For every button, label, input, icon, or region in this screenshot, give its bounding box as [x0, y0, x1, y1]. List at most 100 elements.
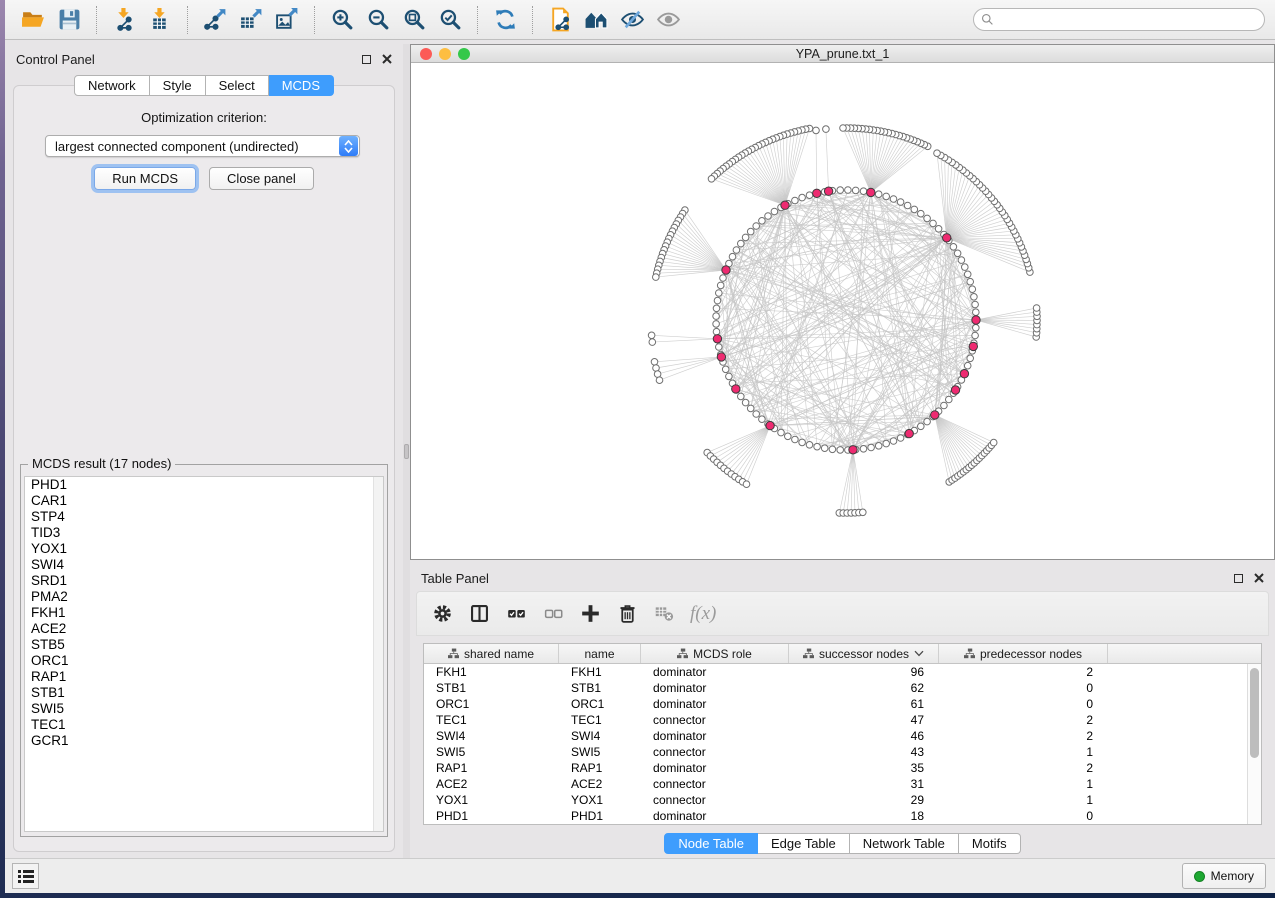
mcds-result-node[interactable]: SWI4: [25, 557, 383, 573]
mcds-result-node[interactable]: TID3: [25, 525, 383, 541]
table-scrollbar[interactable]: [1247, 664, 1261, 824]
mcds-result-node[interactable]: YOX1: [25, 541, 383, 557]
criterion-dropdown[interactable]: largest connected component (undirected): [45, 135, 360, 157]
table-row[interactable]: TEC1TEC1connector472: [424, 712, 1247, 728]
column-layout-button[interactable]: [464, 599, 494, 629]
tab-motifs[interactable]: Motifs: [959, 833, 1021, 854]
search-field[interactable]: [973, 8, 1265, 31]
close-panel-icon[interactable]: [382, 54, 392, 64]
mcds-result-node[interactable]: PHD1: [25, 477, 383, 493]
tab-mcds[interactable]: MCDS: [269, 75, 334, 96]
cell-successor-nodes: 18: [789, 808, 939, 824]
window-minimize-icon[interactable]: [439, 48, 451, 60]
run-mcds-button[interactable]: Run MCDS: [94, 167, 196, 190]
import-network-icon: [112, 7, 137, 32]
column-header-shared-name[interactable]: shared name: [424, 644, 559, 663]
open-file-button[interactable]: [15, 4, 51, 36]
memory-button[interactable]: Memory: [1182, 863, 1266, 889]
mcds-result-node[interactable]: STB5: [25, 637, 383, 653]
new-network-from-selection-icon: [548, 7, 573, 32]
table-row[interactable]: STB1STB1dominator620: [424, 680, 1247, 696]
toolbar-separator: [477, 6, 478, 34]
result-list-scrollbar[interactable]: [373, 477, 383, 831]
zoom-in-button[interactable]: [324, 4, 360, 36]
refresh-layout-button[interactable]: [487, 4, 523, 36]
export-table-button[interactable]: [233, 4, 269, 36]
export-image-button[interactable]: [269, 4, 305, 36]
hide-graphics-details-button[interactable]: [614, 4, 650, 36]
mcds-result-node[interactable]: SRD1: [25, 573, 383, 589]
tab-select[interactable]: Select: [206, 75, 269, 96]
import-network-button[interactable]: [106, 4, 142, 36]
mcds-result-node[interactable]: RAP1: [25, 669, 383, 685]
table-row[interactable]: PHD1PHD1dominator180: [424, 808, 1247, 824]
tab-style[interactable]: Style: [150, 75, 206, 96]
mcds-result-node[interactable]: CAR1: [25, 493, 383, 509]
close-panel-button[interactable]: Close panel: [209, 167, 314, 190]
table-row[interactable]: ORC1ORC1dominator610: [424, 696, 1247, 712]
mcds-result-node[interactable]: ACE2: [25, 621, 383, 637]
control-panel-tabs: NetworkStyleSelectMCDS: [5, 75, 403, 96]
save-button[interactable]: [51, 4, 87, 36]
column-header-MCDS-role[interactable]: MCDS role: [641, 644, 789, 663]
column-header-name[interactable]: name: [559, 644, 641, 663]
network-canvas[interactable]: [411, 63, 1274, 559]
mcds-result-node[interactable]: PMA2: [25, 589, 383, 605]
gear-button[interactable]: [427, 599, 457, 629]
float-panel-icon[interactable]: [362, 55, 371, 64]
cell-predecessor-nodes: 1: [939, 776, 1108, 792]
table-row[interactable]: SWI5SWI5connector431: [424, 744, 1247, 760]
zoom-selected-button[interactable]: [432, 4, 468, 36]
cell-predecessor-nodes: 0: [939, 696, 1108, 712]
delete-row-button[interactable]: [612, 599, 642, 629]
select-all-button[interactable]: [501, 599, 531, 629]
zoom-out-button[interactable]: [360, 4, 396, 36]
network-graph[interactable]: [411, 63, 1274, 559]
mcds-result-node[interactable]: STB1: [25, 685, 383, 701]
table-row[interactable]: RAP1RAP1dominator352: [424, 760, 1247, 776]
table-row[interactable]: YOX1YOX1connector291: [424, 792, 1247, 808]
task-history-button[interactable]: [12, 863, 39, 889]
tab-edge-table[interactable]: Edge Table: [758, 833, 850, 854]
window-maximize-icon[interactable]: [458, 48, 470, 60]
add-row-button[interactable]: [575, 599, 605, 629]
export-network-button[interactable]: [197, 4, 233, 36]
search-input[interactable]: [999, 13, 1257, 27]
network-overview-button[interactable]: [578, 4, 614, 36]
tab-node-table[interactable]: Node Table: [664, 833, 758, 854]
splitter-handle-icon[interactable]: [404, 444, 409, 459]
network-window-titlebar[interactable]: YPA_prune.txt_1: [411, 45, 1274, 63]
cell-predecessor-nodes: 1: [939, 792, 1108, 808]
import-table-button[interactable]: [142, 4, 178, 36]
deselect-all-button[interactable]: [538, 599, 568, 629]
tab-network-table[interactable]: Network Table: [850, 833, 959, 854]
toolbar-separator: [314, 6, 315, 34]
window-close-icon[interactable]: [420, 48, 432, 60]
mcds-result-node[interactable]: TEC1: [25, 717, 383, 733]
tab-network[interactable]: Network: [74, 75, 150, 96]
zoom-fit-button[interactable]: [396, 4, 432, 36]
table-row[interactable]: ACE2ACE2connector311: [424, 776, 1247, 792]
float-table-panel-icon[interactable]: [1234, 574, 1243, 583]
mcds-result-node[interactable]: FKH1: [25, 605, 383, 621]
panel-splitter[interactable]: [403, 44, 410, 858]
cell-MCDS-role: dominator: [641, 728, 789, 744]
search-icon: [981, 13, 994, 26]
mcds-result-node[interactable]: STP4: [25, 509, 383, 525]
scrollbar-thumb[interactable]: [1250, 668, 1259, 758]
table-row[interactable]: SWI4SWI4dominator462: [424, 728, 1247, 744]
mcds-result-node[interactable]: SWI5: [25, 701, 383, 717]
column-header-successor-nodes[interactable]: successor nodes: [789, 644, 939, 663]
table-row[interactable]: FKH1FKH1dominator962: [424, 664, 1247, 680]
toolbar-separator: [187, 6, 188, 34]
close-table-panel-icon[interactable]: [1254, 573, 1264, 583]
mcds-result-node[interactable]: GCR1: [25, 733, 383, 749]
mcds-result-list[interactable]: PHD1CAR1STP4TID3YOX1SWI4SRD1PMA2FKH1ACE2…: [24, 476, 384, 832]
column-header-predecessor-nodes[interactable]: predecessor nodes: [939, 644, 1108, 663]
zoom-fit-icon: [402, 7, 427, 32]
mcds-result-node[interactable]: ORC1: [25, 653, 383, 669]
cell-MCDS-role: dominator: [641, 760, 789, 776]
show-graphics-details-icon: [656, 7, 681, 32]
new-network-from-selection-button[interactable]: [542, 4, 578, 36]
network-view-window: YPA_prune.txt_1: [410, 44, 1275, 560]
